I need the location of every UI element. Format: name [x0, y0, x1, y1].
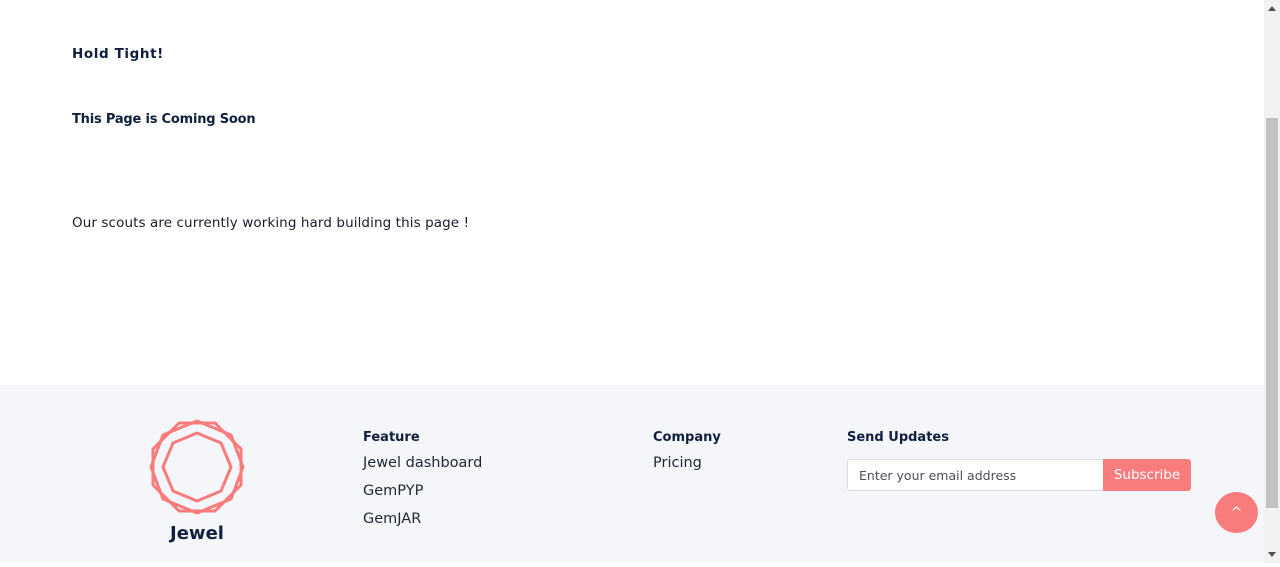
footer-brand[interactable]: Jewel: [148, 419, 246, 544]
footer-link-gempyp[interactable]: GemPYP: [363, 483, 423, 499]
octagon-gem-icon: [148, 419, 246, 515]
coming-soon-message: Our scouts are currently working hard bu…: [72, 215, 470, 231]
brand-name: Jewel: [170, 523, 224, 544]
subscribe-button[interactable]: Subscribe: [1103, 459, 1191, 491]
page-subtitle: This Page is Coming Soon: [72, 112, 256, 127]
footer-link-jewel-dashboard[interactable]: Jewel dashboard: [363, 455, 482, 471]
vertical-scrollbar[interactable]: [1264, 0, 1280, 563]
scroll-up-arrow-icon[interactable]: [1264, 0, 1280, 17]
footer: Jewel Feature Jewel dashboard GemPYP Gem…: [0, 385, 1264, 563]
scrollbar-thumb[interactable]: [1266, 118, 1278, 508]
email-field[interactable]: [847, 459, 1103, 491]
page-title: Hold Tight!: [72, 46, 164, 62]
caret-up-icon: ^: [1230, 504, 1243, 521]
page: Hold Tight! This Page is Coming Soon Our…: [0, 0, 1264, 563]
send-updates-title: Send Updates: [847, 430, 949, 445]
feature-title: Feature: [363, 430, 420, 445]
footer-link-gemjar[interactable]: GemJAR: [363, 511, 421, 527]
company-title: Company: [653, 430, 721, 445]
back-to-top-button[interactable]: ^: [1215, 492, 1258, 533]
footer-link-pricing[interactable]: Pricing: [653, 455, 702, 471]
scroll-down-arrow-icon[interactable]: [1264, 546, 1280, 563]
main-content: Hold Tight! This Page is Coming Soon Our…: [0, 0, 1264, 385]
